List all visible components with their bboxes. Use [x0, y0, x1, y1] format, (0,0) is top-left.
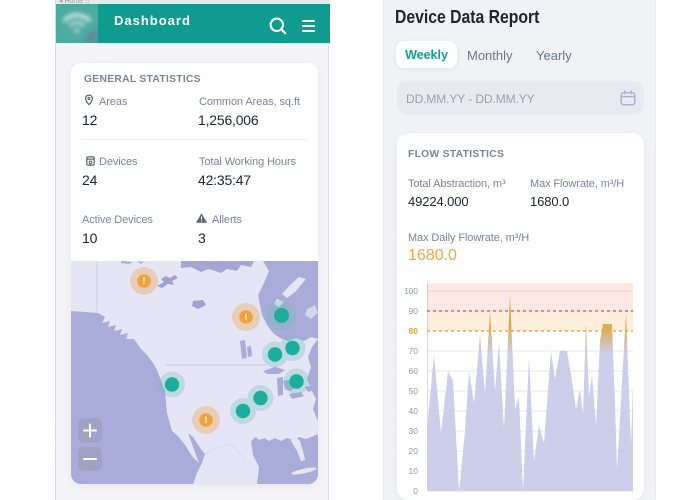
svg-text:90: 90: [409, 306, 419, 316]
svg-text:20: 20: [409, 446, 419, 456]
svg-text:50: 50: [409, 386, 419, 396]
svg-text:70: 70: [409, 346, 419, 356]
svg-text:30: 30: [409, 426, 419, 436]
svg-text:!: !: [204, 415, 207, 426]
svg-text:60: 60: [409, 366, 419, 376]
svg-text:100: 100: [405, 286, 418, 296]
svg-text:0: 0: [413, 486, 418, 496]
svg-text:!: !: [142, 276, 145, 287]
svg-text:!: !: [244, 312, 247, 323]
svg-text:80: 80: [409, 326, 419, 336]
svg-text:10: 10: [409, 466, 419, 476]
svg-text:40: 40: [409, 406, 419, 416]
